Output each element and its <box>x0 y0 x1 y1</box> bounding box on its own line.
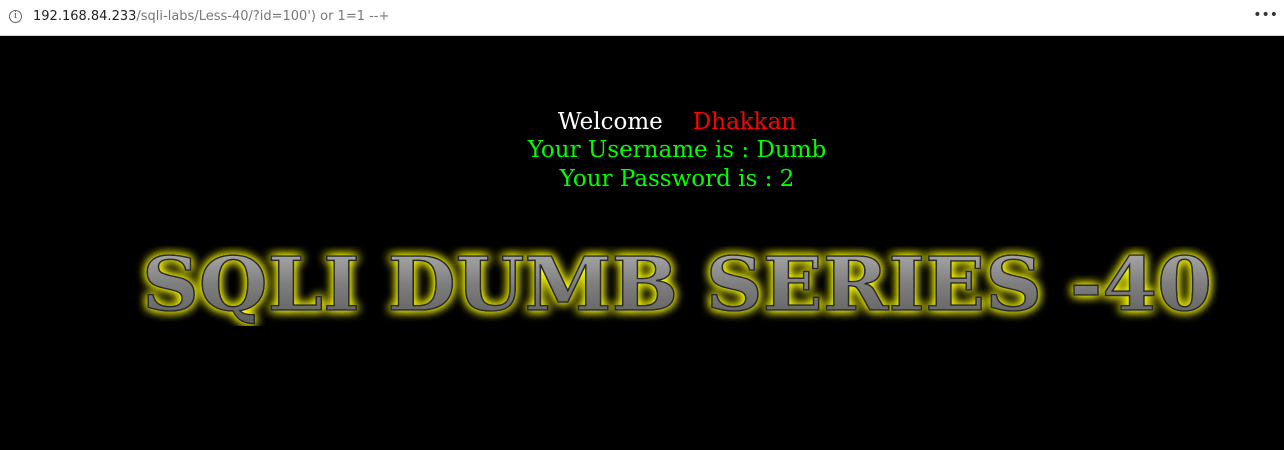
url-host: 192.168.84.233 <box>33 9 137 24</box>
welcome-text: Welcome <box>557 109 663 135</box>
browser-toolbar: i 192.168.84.233/sqli-labs/Less-40/?id=1… <box>0 0 1284 36</box>
address-bar[interactable]: 192.168.84.233/sqli-labs/Less-40/?id=100… <box>33 9 389 24</box>
url-path: /sqli-labs/Less-40/?id=100') or 1=1 --+ <box>136 9 390 24</box>
page-content: Welcome Dhakkan Your Username is : Dumb Y… <box>0 36 1284 450</box>
welcome-line: Welcome Dhakkan <box>0 108 1284 137</box>
series-title-text: SQLI DUMB SERIES -40 <box>142 246 1212 326</box>
info-icon[interactable]: i <box>9 10 22 23</box>
series-title-logo: SQLI DUMB SERIES -40 <box>0 246 1284 331</box>
more-options-icon[interactable]: ••• <box>1253 8 1278 22</box>
username-line: Your Username is : Dumb <box>527 137 827 163</box>
password-line: Your Password is : 2 <box>559 166 795 192</box>
welcome-name: Dhakkan <box>692 109 797 135</box>
series-title-graphic: SQLI DUMB SERIES -40 <box>141 246 1213 326</box>
